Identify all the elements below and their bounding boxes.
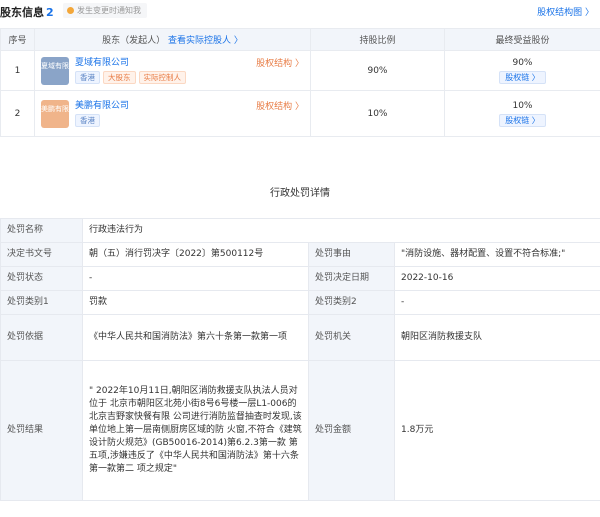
equity-structure-link[interactable]: 股权结构 〉	[256, 56, 304, 69]
row-index: 1	[0, 50, 35, 91]
company-name-link[interactable]: 夏域有限公司	[75, 55, 129, 68]
company-name-link[interactable]: 美鹏有限公司	[75, 98, 129, 111]
row-index: 2	[0, 90, 35, 137]
col-header-index: 序号	[0, 28, 35, 51]
tag-actual-controller: 实际控制人	[138, 70, 186, 84]
penalty-row: 处罚类别1 罚款 处罚类别2 -	[0, 290, 600, 315]
penalty-row: 处罚名称 行政违法行为	[0, 218, 600, 243]
holder-cell: 美鹏有限 美鹏有限公司 香港 股权结构 〉	[34, 90, 311, 137]
shareholder-table: 序号 股东（发起人） 查看实际控股人 〉 持股比例 最终受益股份 1 夏域有限 …	[0, 28, 600, 137]
change-notify-label: 发生变更时通知我	[77, 6, 141, 15]
penalty-type2-label: 处罚类别2	[308, 290, 395, 315]
penalty-type2-value: -	[393, 290, 600, 315]
penalty-type1-label: 处罚类别1	[0, 290, 83, 315]
col-header-holder-label: 股东（发起人）	[102, 36, 166, 46]
penalty-status-value: -	[82, 266, 309, 291]
decision-date-label: 处罚决定日期	[308, 266, 395, 291]
equity-chain-button[interactable]: 股权链 〉	[499, 70, 546, 84]
section-title: 股东信息 2	[0, 4, 54, 20]
final-benefit-ratio: 90%	[512, 57, 533, 68]
penalty-authority-label: 处罚机关	[308, 314, 395, 361]
tag-major-shareholder: 大股东	[103, 70, 136, 84]
shareholder-count: 2	[46, 6, 54, 19]
equity-structure-chart-link[interactable]: 股权结构图 〉	[537, 5, 594, 18]
shareholder-header: 股东信息 2 发生变更时通知我 股权结构图 〉	[0, 0, 600, 22]
equity-chain-button[interactable]: 股权链 〉	[499, 113, 546, 127]
penalty-basis-value: 《中华人民共和国消防法》第六十条第一款第一项	[82, 314, 309, 361]
holding-ratio: 90%	[310, 50, 445, 91]
company-tags: 香港 大股东 实际控制人	[75, 70, 189, 84]
penalty-authority-value: 朝阳区消防救援支队	[393, 314, 600, 361]
equity-structure-link[interactable]: 股权结构 〉	[256, 99, 304, 112]
company-logo: 美鹏有限	[41, 99, 69, 128]
penalty-title: 行政处罚详情	[270, 188, 330, 199]
table-row: 2 美鹏有限 美鹏有限公司 香港 股权结构 〉 10% 10% 股权链 〉	[0, 90, 600, 137]
penalty-name-label: 处罚名称	[0, 218, 83, 243]
final-benefit-ratio: 10%	[512, 100, 533, 111]
penalty-table: 处罚名称 行政违法行为 决定书文号 朝（五）消行罚决字〔2022〕第500112…	[0, 218, 600, 501]
holding-ratio: 10%	[310, 90, 445, 137]
penalty-status-label: 处罚状态	[0, 266, 83, 291]
change-notify-button[interactable]: 发生变更时通知我	[63, 3, 147, 18]
penalty-basis-label: 处罚依据	[0, 314, 83, 361]
table-row: 1 夏域有限 夏域有限公司 香港 大股东 实际控制人 股权结构 〉 90% 90% …	[0, 50, 600, 91]
decision-date-value: 2022-10-16	[393, 266, 600, 291]
penalty-row: 处罚状态 - 处罚决定日期 2022-10-16	[0, 266, 600, 291]
penalty-reason-label: 处罚事由	[308, 242, 395, 267]
col-header-final: 最终受益股份	[444, 28, 600, 51]
col-header-ratio: 持股比例	[310, 28, 445, 51]
tag-region: 香港	[75, 113, 100, 127]
company-logo: 夏域有限	[41, 56, 69, 85]
table-header-row: 序号 股东（发起人） 查看实际控股人 〉 持股比例 最终受益股份	[0, 28, 600, 51]
holder-cell: 夏域有限 夏域有限公司 香港 大股东 实际控制人 股权结构 〉	[34, 50, 311, 91]
decision-doc-label: 决定书文号	[0, 242, 83, 267]
penalty-reason-value: "消防设施、器材配置、设置不符合标准;"	[393, 242, 600, 267]
col-header-holder: 股东（发起人） 查看实际控股人 〉	[34, 28, 311, 51]
penalty-result-value: " 2022年10月11日,朝阳区消防救援支队执法人员对位于 北京市朝阳区北苑小…	[82, 360, 309, 501]
penalty-row: 处罚结果 " 2022年10月11日,朝阳区消防救援支队执法人员对位于 北京市朝…	[0, 360, 600, 501]
decision-doc-value: 朝（五）消行罚决字〔2022〕第500112号	[82, 242, 309, 267]
view-actual-controller-link[interactable]: 查看实际控股人 〉	[168, 36, 243, 46]
penalty-name-value: 行政违法行为	[81, 218, 600, 243]
penalty-amount-label: 处罚金额	[308, 360, 395, 501]
penalty-row: 处罚依据 《中华人民共和国消防法》第六十条第一款第一项 处罚机关 朝阳区消防救援…	[0, 314, 600, 361]
tag-region: 香港	[75, 70, 100, 84]
penalty-amount-value: 1.8万元	[393, 360, 600, 501]
penalty-result-label: 处罚结果	[0, 360, 83, 501]
penalty-type1-value: 罚款	[82, 290, 309, 315]
section-title-text: 股东信息	[0, 6, 44, 19]
penalty-row: 决定书文号 朝（五）消行罚决字〔2022〕第500112号 处罚事由 "消防设施…	[0, 242, 600, 267]
company-tags: 香港	[75, 113, 103, 127]
final-benefit-cell: 90% 股权链 〉	[444, 50, 600, 91]
bell-icon	[67, 7, 74, 14]
final-benefit-cell: 10% 股权链 〉	[444, 90, 600, 137]
